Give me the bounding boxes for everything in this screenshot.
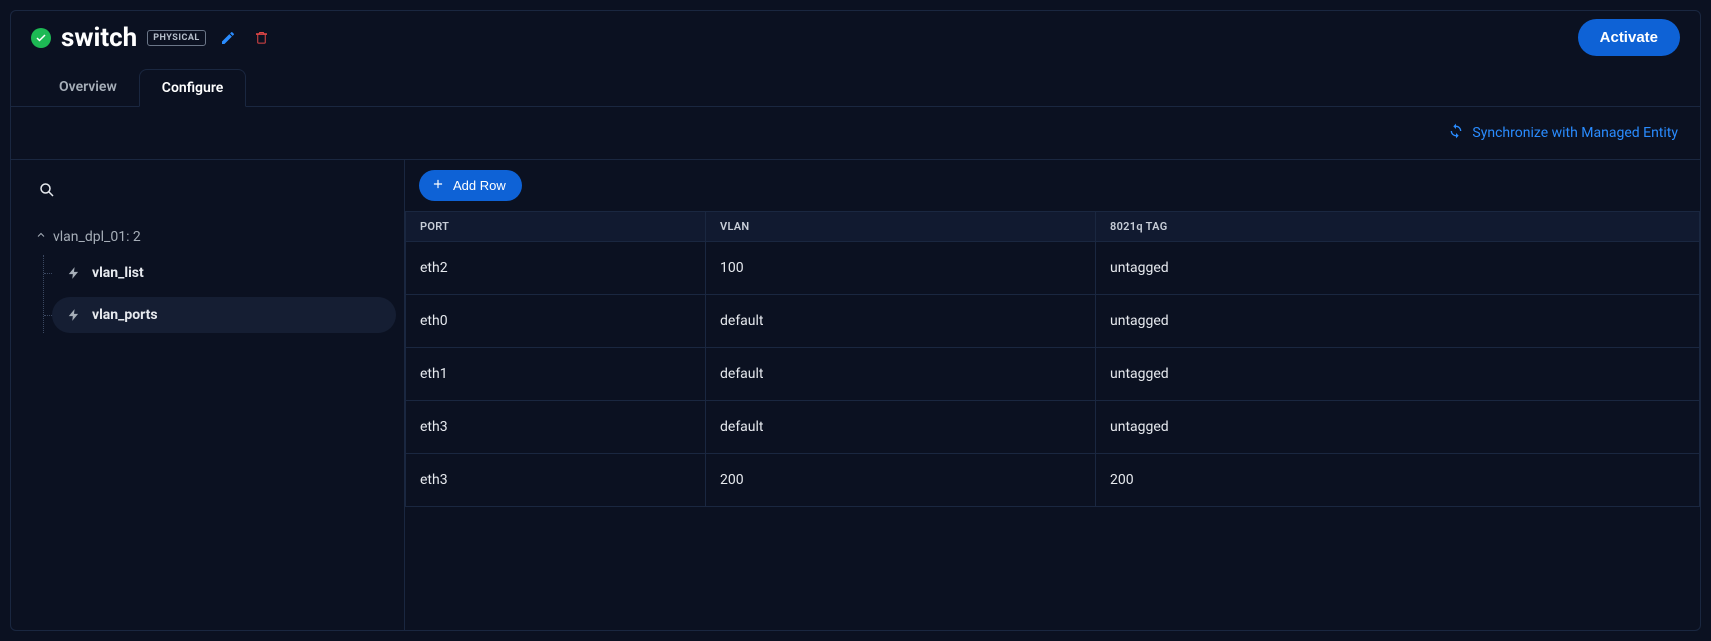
cell-tag: untagged [1096, 295, 1700, 348]
edit-icon[interactable] [216, 26, 240, 50]
col-vlan[interactable]: VLAN [706, 212, 1096, 242]
cell-vlan: 200 [706, 454, 1096, 507]
cell-vlan: default [706, 295, 1096, 348]
tree-root[interactable]: vlan_dpl_01: 2 [29, 225, 396, 249]
plus-icon [431, 177, 445, 194]
tree-item-label: vlan_list [92, 265, 144, 281]
physical-badge: PHYSICAL [147, 30, 206, 46]
data-table: PORT VLAN 8021q TAG eth2 100 untagged et… [405, 211, 1700, 507]
cell-port: eth3 [406, 401, 706, 454]
col-port[interactable]: PORT [406, 212, 706, 242]
cell-tag: untagged [1096, 242, 1700, 295]
tree-root-label: vlan_dpl_01: 2 [53, 229, 141, 245]
tabs: Overview Configure [11, 68, 1700, 107]
activate-button[interactable]: Activate [1578, 19, 1680, 56]
chevron-up-icon [35, 229, 47, 245]
table-row[interactable]: eth3 200 200 [406, 454, 1700, 507]
search-icon[interactable] [35, 178, 59, 202]
cell-port: eth1 [406, 348, 706, 401]
header: switch PHYSICAL Activate [11, 11, 1700, 56]
add-row-button[interactable]: Add Row [419, 170, 522, 201]
table-row[interactable]: eth2 100 untagged [406, 242, 1700, 295]
tab-overview[interactable]: Overview [37, 69, 139, 107]
bolt-icon [66, 307, 82, 323]
cell-tag: untagged [1096, 348, 1700, 401]
cell-port: eth2 [406, 242, 706, 295]
main-panel: Add Row PORT VLAN 8021q TAG eth2 [405, 160, 1700, 630]
tree-item-label: vlan_ports [92, 307, 158, 323]
cell-vlan: default [706, 401, 1096, 454]
table-row[interactable]: eth3 default untagged [406, 401, 1700, 454]
cell-vlan: 100 [706, 242, 1096, 295]
tree-item-vlan-list[interactable]: vlan_list [52, 255, 396, 291]
sync-link[interactable]: Synchronize with Managed Entity [1448, 123, 1678, 143]
table-row[interactable]: eth1 default untagged [406, 348, 1700, 401]
sync-label: Synchronize with Managed Entity [1472, 125, 1678, 141]
cell-tag: untagged [1096, 401, 1700, 454]
sidebar: vlan_dpl_01: 2 vlan_list vlan_ports [11, 160, 405, 630]
sync-icon [1448, 123, 1464, 143]
bolt-icon [66, 265, 82, 281]
col-tag[interactable]: 8021q TAG [1096, 212, 1700, 242]
tab-configure[interactable]: Configure [139, 69, 246, 107]
cell-tag: 200 [1096, 454, 1700, 507]
tree-item-vlan-ports[interactable]: vlan_ports [52, 297, 396, 333]
cell-port: eth3 [406, 454, 706, 507]
page-title: switch [61, 23, 137, 53]
status-ok-icon [31, 28, 51, 48]
cell-port: eth0 [406, 295, 706, 348]
add-row-label: Add Row [453, 178, 506, 193]
delete-icon[interactable] [250, 26, 274, 50]
cell-vlan: default [706, 348, 1096, 401]
toolbar: Synchronize with Managed Entity [11, 107, 1700, 160]
table-row[interactable]: eth0 default untagged [406, 295, 1700, 348]
